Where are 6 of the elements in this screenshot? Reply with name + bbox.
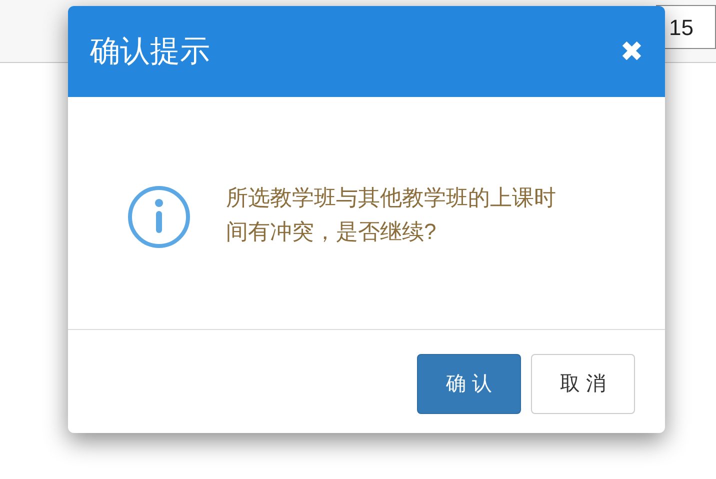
- dialog-title: 确认提示: [90, 34, 210, 70]
- info-icon: [126, 184, 192, 250]
- dialog-message: 所选教学班与其他教学班的上课时间有冲突，是否继续?: [226, 184, 557, 246]
- cancel-button[interactable]: 取 消: [531, 354, 635, 414]
- close-button[interactable]: ✖: [620, 38, 643, 66]
- confirm-button[interactable]: 确 认: [417, 354, 521, 414]
